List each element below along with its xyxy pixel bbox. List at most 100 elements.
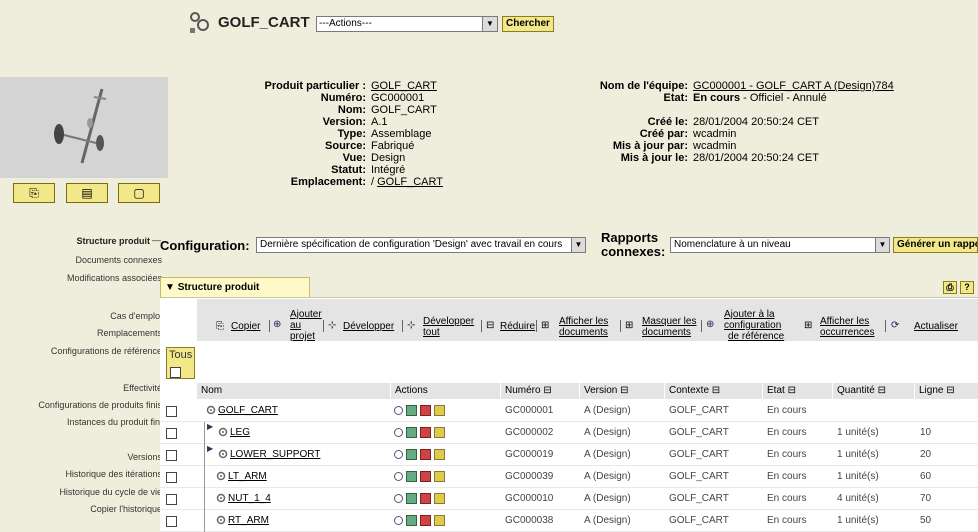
chevron-down-icon: ▼ bbox=[571, 238, 585, 252]
generate-report-button[interactable]: Générer un rappor bbox=[893, 237, 978, 253]
folder-icon-button[interactable]: ▢ bbox=[118, 183, 160, 203]
view-icon[interactable] bbox=[406, 404, 417, 416]
column-header-context[interactable]: Contexte ⊟ bbox=[665, 383, 762, 399]
location-link[interactable]: GOLF_CART bbox=[377, 176, 443, 188]
structure-tab[interactable]: ▼ Structure produit bbox=[160, 277, 310, 297]
view-icon-button[interactable]: ▤ bbox=[66, 183, 108, 203]
expand-all-button[interactable]: Développer tout bbox=[423, 316, 474, 338]
row-checkbox[interactable] bbox=[166, 494, 177, 505]
view-icon[interactable] bbox=[406, 426, 417, 438]
row-checkbox[interactable] bbox=[166, 428, 177, 439]
part-name-link[interactable]: RT_ARM bbox=[228, 515, 269, 526]
nav-item-copy-history[interactable]: Copier l'historique bbox=[90, 504, 162, 514]
row-context: GOLF_CART bbox=[669, 405, 729, 416]
print-icon[interactable]: ⎙ bbox=[943, 281, 957, 294]
select-all-box[interactable]: Tous bbox=[166, 347, 195, 379]
checkout-icon[interactable] bbox=[420, 514, 431, 526]
info-icon[interactable] bbox=[394, 493, 403, 503]
detail-value-name: GOLF_CART bbox=[371, 104, 437, 116]
checkout-icon[interactable] bbox=[420, 470, 431, 482]
select-all-checkbox[interactable] bbox=[170, 367, 181, 378]
copy-button[interactable]: Copier bbox=[231, 321, 260, 332]
hide-documents-button[interactable]: Masquer les documents bbox=[642, 316, 696, 338]
part-name-link[interactable]: LT_ARM bbox=[228, 471, 267, 482]
update-icon[interactable] bbox=[434, 492, 445, 504]
part-name-link[interactable]: LEG bbox=[230, 427, 250, 438]
row-context: GOLF_CART bbox=[669, 449, 729, 460]
row-name-cell: NUT_1_4 bbox=[216, 488, 271, 510]
nav-item-end-item-configs[interactable]: Configurations de produits finis bbox=[38, 400, 162, 410]
view-icon[interactable] bbox=[406, 492, 417, 504]
row-checkbox[interactable] bbox=[166, 472, 177, 483]
clipboard-icon-button[interactable]: ⎘ bbox=[13, 183, 55, 203]
column-header-name[interactable]: Nom bbox=[197, 383, 390, 399]
column-header-state[interactable]: Etat ⊟ bbox=[763, 383, 832, 399]
column-header-number[interactable]: Numéro ⊟ bbox=[501, 383, 579, 399]
product-link[interactable]: GOLF_CART bbox=[371, 80, 437, 92]
update-icon[interactable] bbox=[434, 470, 445, 482]
nav-item-replacements[interactable]: Remplacements bbox=[97, 328, 162, 338]
page-title: GOLF_CART bbox=[218, 14, 310, 31]
nav-item-where-used[interactable]: Cas d'emploi bbox=[110, 311, 162, 321]
column-header-quantity[interactable]: Quantité ⊟ bbox=[833, 383, 914, 399]
expand-button[interactable]: Développer bbox=[343, 321, 394, 332]
checkout-icon[interactable] bbox=[420, 426, 431, 438]
expand-arrow-icon[interactable]: ▶ bbox=[207, 444, 213, 453]
nav-item-related-docs[interactable]: Documents connexes bbox=[75, 255, 162, 265]
help-icon[interactable]: ? bbox=[960, 281, 974, 294]
update-icon[interactable] bbox=[434, 426, 445, 438]
checkout-icon[interactable] bbox=[420, 404, 431, 416]
nav-item-related-changes[interactable]: Modifications associées bbox=[67, 273, 162, 283]
part-name-link[interactable]: NUT_1_4 bbox=[228, 493, 271, 504]
nav-item-versions[interactable]: Versions bbox=[127, 452, 162, 462]
row-quantity: 1 unité(s) bbox=[837, 427, 879, 438]
view-icon[interactable] bbox=[406, 470, 417, 482]
nav-item-iteration-history[interactable]: Historique des itérations bbox=[65, 469, 162, 479]
checkout-icon[interactable] bbox=[420, 448, 431, 460]
column-header-version[interactable]: Version ⊟ bbox=[580, 383, 664, 399]
search-button[interactable]: Chercher bbox=[502, 16, 554, 32]
row-checkbox[interactable] bbox=[166, 406, 177, 417]
show-documents-icon: ⊞ bbox=[541, 320, 550, 331]
update-icon[interactable] bbox=[434, 404, 445, 416]
view-icon[interactable] bbox=[406, 514, 417, 526]
column-header-line[interactable]: Ligne ⊟ bbox=[915, 383, 978, 399]
show-documents-button[interactable]: Afficher les documents bbox=[559, 316, 608, 338]
row-checkbox[interactable] bbox=[166, 516, 177, 527]
part-icon bbox=[206, 406, 216, 415]
actions-select[interactable]: ---Actions--- ▼ bbox=[316, 16, 498, 32]
view-icon[interactable] bbox=[406, 448, 417, 460]
info-icon[interactable] bbox=[394, 515, 403, 525]
update-icon[interactable] bbox=[434, 514, 445, 526]
updated-label: Mis à jour le: bbox=[620, 152, 688, 164]
checkout-icon[interactable] bbox=[420, 492, 431, 504]
info-icon[interactable] bbox=[394, 427, 403, 437]
add-to-project-button[interactable]: Ajouter au projet bbox=[290, 309, 322, 342]
related-reports-label: Rapports connexes: bbox=[601, 231, 665, 259]
state-value: En cours bbox=[693, 92, 741, 104]
team-link[interactable]: GC000001 - GOLF_CART A (Design)784 bbox=[693, 80, 894, 92]
nav-item-baselines[interactable]: Configurations de référence bbox=[51, 346, 162, 356]
team-label: Nom de l'équipe: bbox=[599, 80, 688, 92]
collapse-button[interactable]: Réduire bbox=[500, 321, 535, 332]
related-reports-select[interactable]: Nomenclature à un niveau ▼ bbox=[670, 237, 890, 253]
select-all-label: Tous bbox=[169, 349, 193, 361]
part-name-link[interactable]: LOWER_SUPPORT bbox=[230, 449, 320, 460]
nav-item-effectivity[interactable]: Effectivité bbox=[123, 383, 162, 393]
info-icon[interactable] bbox=[394, 471, 403, 481]
info-icon[interactable] bbox=[394, 449, 403, 459]
row-checkbox[interactable] bbox=[166, 450, 177, 461]
row-version: A (Design) bbox=[584, 471, 631, 482]
info-icon[interactable] bbox=[394, 405, 403, 415]
nav-item-lifecycle-history[interactable]: Historique du cycle de vie bbox=[59, 487, 162, 497]
expand-arrow-icon[interactable]: ▶ bbox=[207, 422, 213, 431]
update-icon[interactable] bbox=[434, 448, 445, 460]
refresh-button[interactable]: Actualiser bbox=[914, 321, 958, 332]
nav-item-product-structure[interactable]: Structure produit bbox=[77, 236, 151, 246]
nav-item-end-item-instances[interactable]: Instances du produit fini bbox=[67, 417, 162, 427]
configuration-select[interactable]: Dernière spécification de configuration … bbox=[256, 237, 586, 253]
part-name-link[interactable]: GOLF_CART bbox=[218, 405, 278, 416]
column-header-actions: Actions bbox=[391, 383, 500, 399]
show-occurrences-button[interactable]: Afficher les occurrences bbox=[820, 316, 874, 338]
add-to-baseline-button[interactable]: Ajouter à la configuration de référence bbox=[724, 309, 784, 342]
